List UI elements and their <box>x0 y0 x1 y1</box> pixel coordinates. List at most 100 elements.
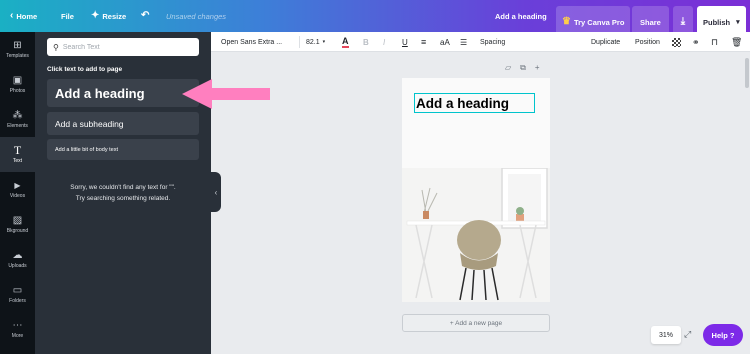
panel-hint: Click text to add to page <box>47 66 123 73</box>
rail-label: Uploads <box>8 263 27 269</box>
document-title-label: Add a heading <box>495 11 547 21</box>
bold-icon: B <box>363 37 369 47</box>
add-new-page-button[interactable]: + Add a new page <box>402 314 550 332</box>
home-button[interactable]: ‹ Home <box>10 0 37 32</box>
elements-icon: ⁂ <box>12 110 23 121</box>
left-rail: ⊞ Templates ▣ Photos ⁂ Elements T Text ▶… <box>0 32 35 354</box>
desk-chair-photo <box>402 168 550 302</box>
top-bar: ‹ Home File ✦ Resize ↶ Unsaved changes A… <box>0 0 750 38</box>
zoom-level[interactable]: 31% <box>651 326 681 344</box>
add-heading-option[interactable]: Add a heading <box>47 79 199 107</box>
search-box[interactable]: ⚲ <box>47 38 199 56</box>
font-family-value: Open Sans Extra ... <box>221 38 283 46</box>
sparkle-icon: ✦ <box>91 10 100 21</box>
photos-icon: ▣ <box>12 75 23 86</box>
text-color-icon: A <box>342 35 349 48</box>
rail-item-elements[interactable]: ⁂ Elements <box>0 102 35 137</box>
spacing-button[interactable]: Spacing <box>480 32 505 52</box>
home-label: Home <box>16 11 38 21</box>
rail-item-photos[interactable]: ▣ Photos <box>0 67 35 102</box>
underline-button[interactable]: U <box>402 32 408 52</box>
rail-label: Elements <box>7 123 28 129</box>
trash-icon: 🗑 <box>731 36 743 47</box>
undo-button[interactable]: ↶ <box>141 0 149 32</box>
add-body-text-option[interactable]: Add a little bit of body text <box>47 139 199 160</box>
annotation-arrow <box>182 79 270 109</box>
rail-item-text[interactable]: T Text <box>0 137 35 172</box>
crown-icon: ♛ <box>562 16 571 27</box>
more-icon: ⋯ <box>12 320 23 331</box>
chevron-down-icon: ▾ <box>322 39 326 45</box>
rail-label: Text <box>12 158 23 164</box>
rail-item-folders[interactable]: ▭ Folders <box>0 277 35 312</box>
position-button[interactable]: Position <box>635 32 660 52</box>
duplicate-button[interactable]: Duplicate <box>591 32 620 52</box>
italic-button[interactable]: I <box>383 32 385 52</box>
transparency-button[interactable] <box>672 32 681 52</box>
transparency-icon <box>672 37 681 47</box>
resize-button[interactable]: ✦ Resize <box>91 0 126 32</box>
rail-item-background[interactable]: ▨ Bkground <box>0 207 35 242</box>
canvas-heading-text[interactable]: Add a heading <box>414 93 535 113</box>
rail-item-templates[interactable]: ⊞ Templates <box>0 32 35 67</box>
align-center-icon: ≡ <box>421 37 427 47</box>
italic-icon: I <box>383 37 386 47</box>
chevron-left-icon: ‹ <box>214 187 218 197</box>
scrollbar-thumb[interactable] <box>745 58 749 88</box>
rail-item-videos[interactable]: ▶ Videos <box>0 172 35 207</box>
fullscreen-icon[interactable]: ⤢ <box>684 329 691 340</box>
no-results-message: Sorry, we couldn't find any text for "".… <box>47 182 199 204</box>
case-button[interactable]: aA <box>440 32 450 52</box>
font-family-select[interactable]: Open Sans Extra ... <box>221 32 282 52</box>
text-icon: T <box>13 143 22 157</box>
list-icon: ☰ <box>460 37 468 47</box>
background-icon: ▨ <box>12 215 23 226</box>
chevron-left-icon: ‹ <box>10 10 14 21</box>
lock-icon: ⊓ <box>711 36 719 47</box>
rail-label: More <box>11 333 24 339</box>
templates-icon: ⊞ <box>13 40 22 51</box>
add-page-icon[interactable]: + <box>535 63 540 73</box>
list-button[interactable]: ☰ <box>460 32 467 52</box>
no-results-line-1: Sorry, we couldn't find any text for "". <box>70 184 176 191</box>
undo-icon: ↶ <box>141 10 150 21</box>
lock-button[interactable]: ⊓ <box>711 32 718 52</box>
try-pro-label: Try Canva Pro <box>573 17 625 27</box>
page-actions: ▱ ⧉ + <box>505 63 540 73</box>
letter-case-icon: aA <box>440 37 450 47</box>
help-button[interactable]: Help ? <box>703 324 743 346</box>
search-icon: ⚲ <box>53 42 59 52</box>
rail-label: Bkground <box>6 228 29 234</box>
link-button[interactable]: ⚭ <box>692 32 700 52</box>
file-menu[interactable]: File <box>61 0 74 32</box>
add-subheading-option[interactable]: Add a subheading <box>47 112 199 135</box>
cloud-upload-icon: ☁ <box>12 250 23 261</box>
bold-button[interactable]: B <box>363 32 369 52</box>
scrollbar-track[interactable] <box>744 52 750 354</box>
file-label: File <box>61 11 74 21</box>
document-title[interactable]: Add a heading <box>495 0 547 32</box>
font-size-value: 82.1 <box>306 38 320 46</box>
text-color-button[interactable]: A <box>342 32 349 52</box>
collapse-panel-button[interactable]: ‹ <box>211 172 221 212</box>
share-label: Share <box>640 17 661 27</box>
rail-label: Folders <box>9 298 26 304</box>
font-size-select[interactable]: 82.1 ▾ <box>306 32 325 52</box>
note-icon[interactable]: ▱ <box>505 63 511 73</box>
rail-item-uploads[interactable]: ☁ Uploads <box>0 242 35 277</box>
underline-icon: U <box>402 37 408 47</box>
unsaved-label: Unsaved changes <box>166 11 227 21</box>
editor-toolbar: Open Sans Extra ... 82.1 ▾ A B I U ≡ aA … <box>211 32 750 52</box>
chevron-down-icon: ▾ <box>736 18 740 26</box>
rail-item-more[interactable]: ⋯ More <box>0 312 35 347</box>
resize-label: Resize <box>102 11 127 21</box>
link-icon: ⚭ <box>692 36 700 47</box>
align-button[interactable]: ≡ <box>421 32 426 52</box>
design-page[interactable]: Add a heading <box>402 78 550 302</box>
rail-label: Photos <box>9 88 26 94</box>
spacing-label: Spacing <box>480 38 506 46</box>
copy-page-icon[interactable]: ⧉ <box>520 63 526 73</box>
download-icon: ⤓ <box>680 16 686 27</box>
delete-button[interactable]: 🗑 <box>731 32 742 52</box>
search-input[interactable] <box>62 43 193 51</box>
